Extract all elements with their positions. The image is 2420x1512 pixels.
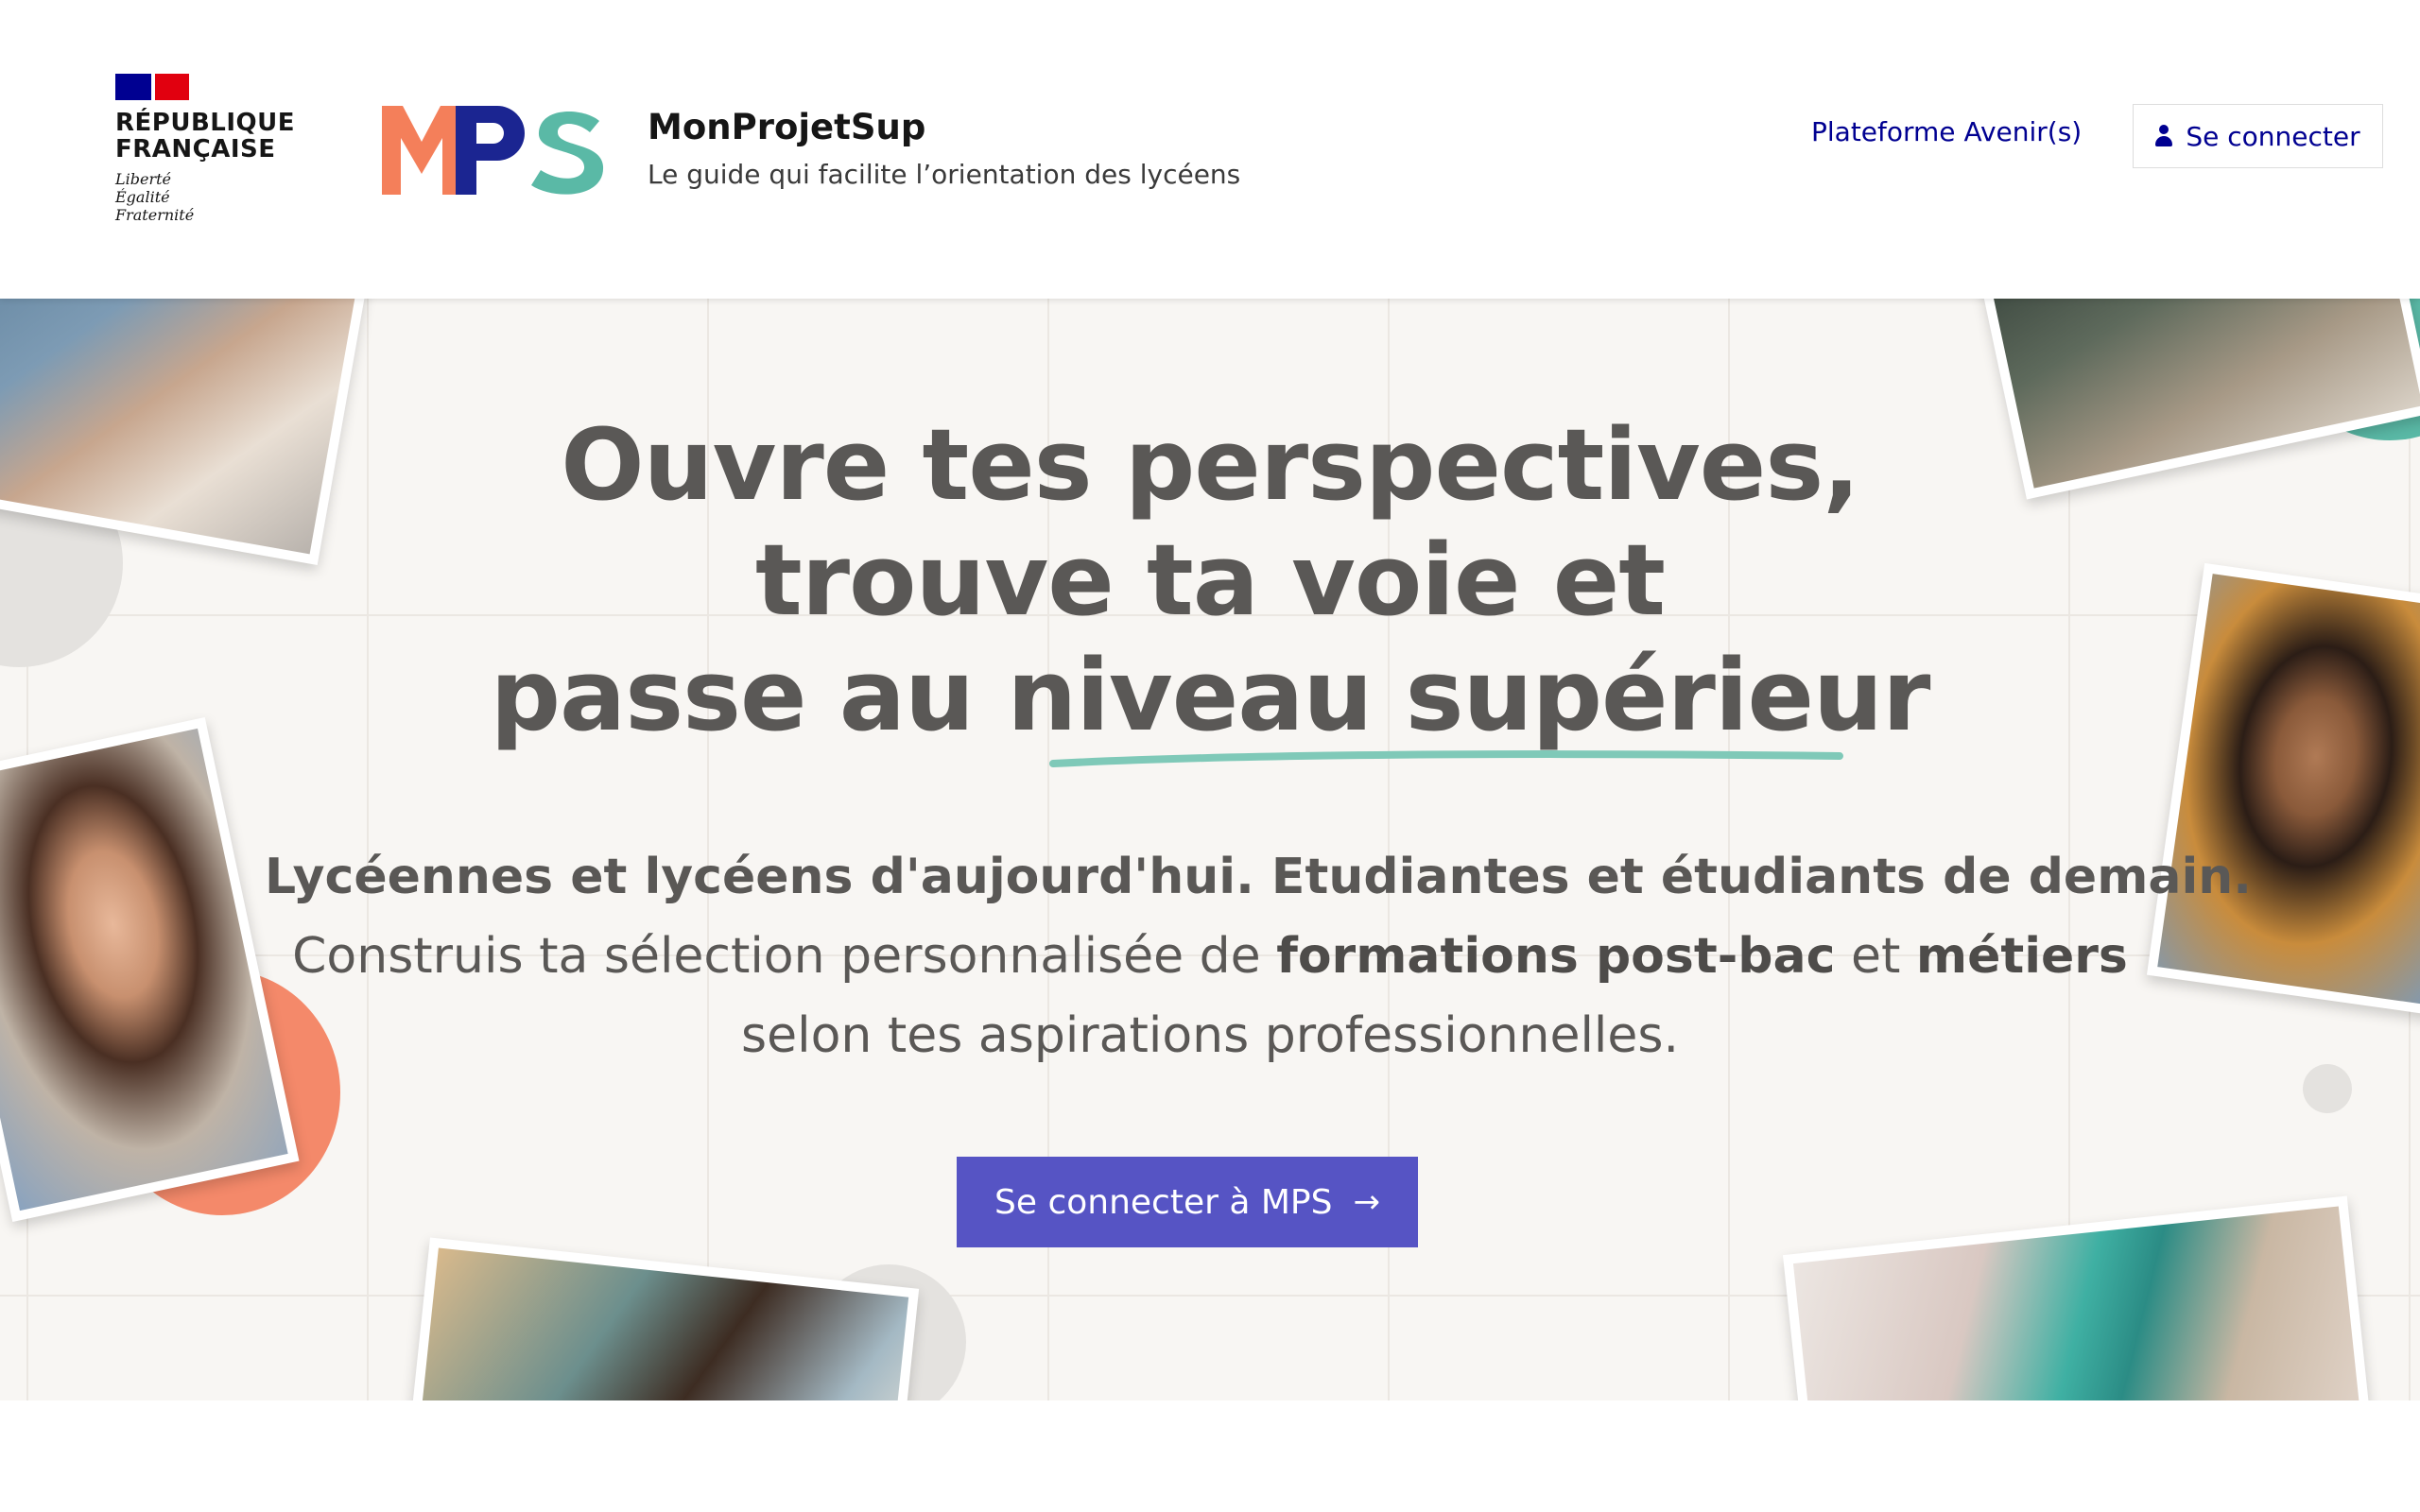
site-header: RÉPUBLIQUE FRANÇAISE Liberté Égalité Fra… — [0, 0, 2420, 299]
republique-francaise-logo[interactable]: RÉPUBLIQUE FRANÇAISE Liberté Égalité Fra… — [115, 74, 295, 230]
photo-student-curly-hair-bottom — [404, 1237, 920, 1400]
gov-logo-motto: Liberté Égalité Fraternité — [115, 170, 195, 224]
arrow-right-icon: → — [1353, 1183, 1380, 1221]
photo-student-teal-hair — [1782, 1195, 2377, 1400]
hero-title-line: passe au niveau supérieur — [490, 638, 1931, 753]
marianne-flag-icon — [115, 74, 189, 100]
decor-circle-grey-small — [2303, 1064, 2352, 1113]
plateforme-avenirs-link[interactable]: Plateforme Avenir(s) — [1811, 116, 2082, 147]
hero-lead-line: Construis ta sélection personnalisée de … — [292, 928, 2128, 985]
hero-title-line: trouve ta voie et — [754, 523, 1666, 638]
connect-mps-button-label: Se connecter à MPS — [994, 1182, 1333, 1222]
photo-student-smiling-curly-hair — [0, 717, 300, 1222]
hero-lead-line: Lycéennes et lycéens d'aujourd'hui. Etud… — [265, 849, 2253, 905]
hero-section: Ouvre tes perspectives, trouve ta voie e… — [0, 299, 2420, 1400]
hero-lead: Lycéennes et lycéens d'aujourd'hui. Etud… — [265, 837, 2253, 1075]
page-bottom-area — [0, 1400, 2420, 1512]
gov-logo-title: RÉPUBLIQUE FRANÇAISE — [115, 109, 295, 163]
login-button[interactable]: Se connecter — [2133, 104, 2383, 168]
site-tagline: Le guide qui facilite l’orientation des … — [648, 159, 1241, 190]
login-button-label: Se connecter — [2186, 120, 2360, 152]
user-icon — [2155, 125, 2173, 147]
photo-student-smiling-afro — [2146, 562, 2420, 1018]
hero-lead-line: selon tes aspirations professionnelles. — [741, 1007, 1679, 1064]
hero-title-line: Ouvre tes perspectives, — [561, 407, 1860, 523]
hero-title: Ouvre tes perspectives, trouve ta voie e… — [359, 407, 2061, 753]
title-underline-decoration — [1049, 750, 1843, 767]
mps-logo[interactable] — [382, 106, 605, 195]
connect-mps-button[interactable]: Se connecter à MPS → — [957, 1157, 1418, 1247]
site-name: MonProjetSup — [648, 107, 926, 147]
